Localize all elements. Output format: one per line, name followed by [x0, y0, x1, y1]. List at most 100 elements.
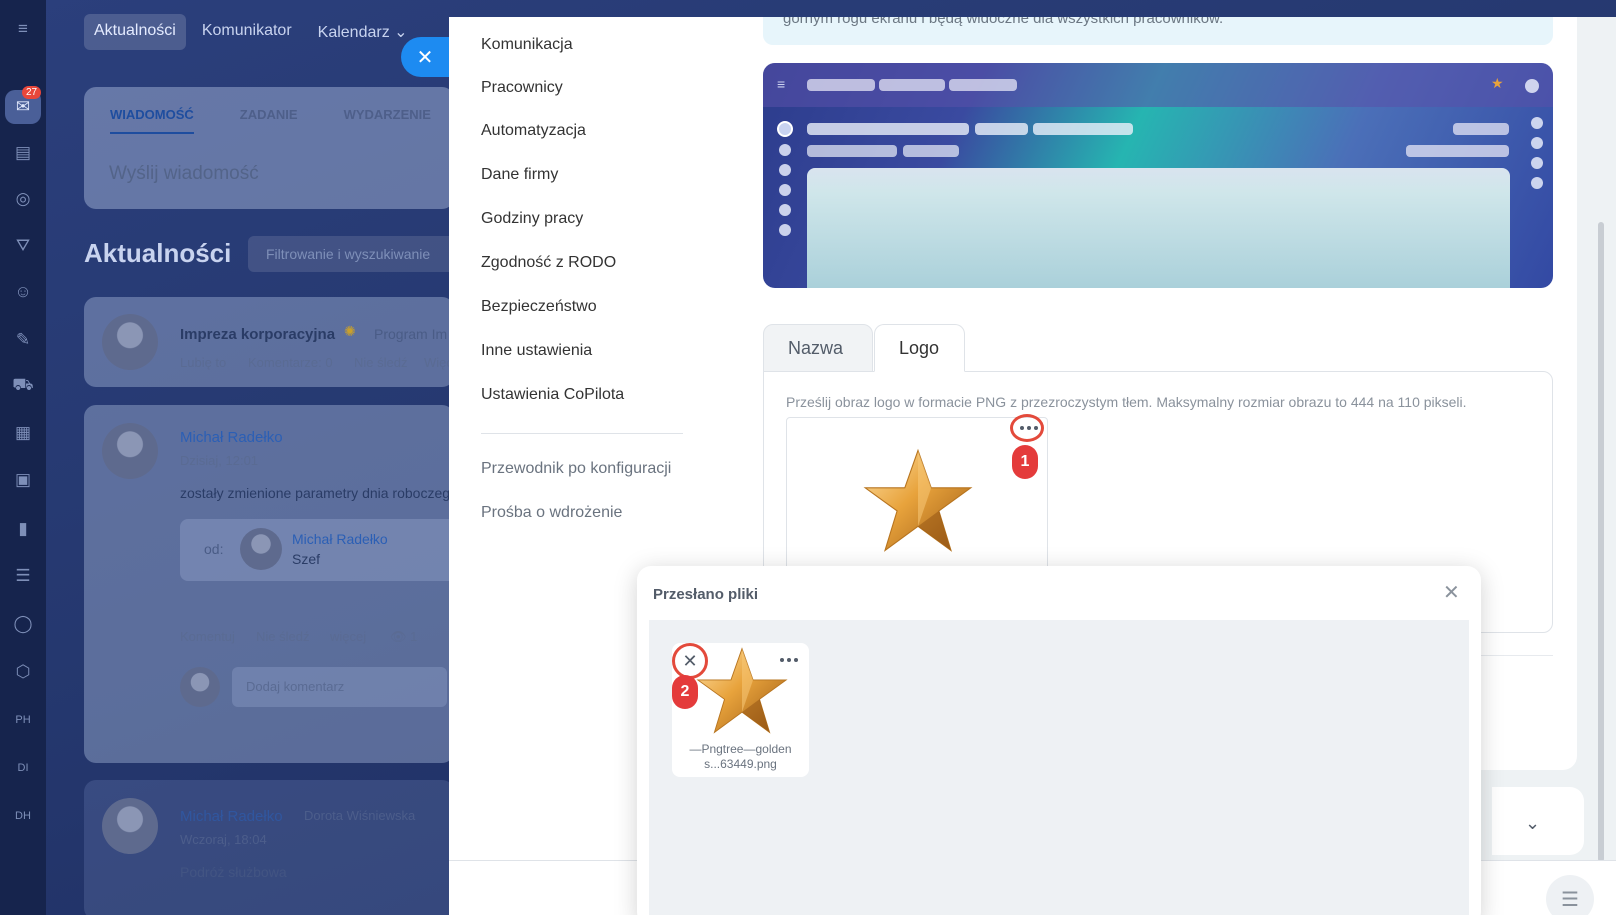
from-name[interactable]: Michał Radełko	[292, 531, 388, 547]
star-logo-icon	[863, 448, 973, 552]
menu-item-pracownicy[interactable]: Pracownicy	[481, 79, 563, 97]
preview-dot	[779, 204, 791, 216]
file-name: —Pngtree—golden s...63449.png	[672, 742, 809, 772]
post-title-suffix: Program Im	[374, 326, 448, 342]
nav-messenger[interactable]: Komunikator	[192, 14, 302, 50]
compose-tab-task[interactable]: ZADANIE	[240, 107, 298, 134]
menu-item-bezpieczenstwo[interactable]: Bezpieczeństwo	[481, 298, 597, 316]
like-link[interactable]: Lubię to	[180, 355, 226, 370]
box-icon[interactable]: ⬡	[11, 660, 35, 684]
circle-icon[interactable]: ◯	[11, 612, 35, 636]
file-card[interactable]: ✕ 2 —Pngtree—golden s...63449.png	[672, 643, 809, 777]
compose-input[interactable]: Wyślij wiadomość	[109, 163, 259, 185]
feed-filter-input[interactable]: Filtrowanie i wyszukiwanie	[248, 236, 468, 272]
post-time: Wczoraj, 18:04	[180, 832, 267, 847]
compose-tab-event[interactable]: WYDARZENIE	[344, 107, 431, 134]
compose-box: WIADOMOŚĆ ZADANIE WYDARZENIE Wyślij wiad…	[84, 87, 454, 209]
avatar[interactable]	[102, 423, 158, 479]
cart-icon[interactable]: ⛟	[11, 374, 35, 398]
more-link[interactable]: więcej	[330, 629, 366, 644]
post-time: Dzisiaj, 12:01	[180, 453, 259, 468]
more-dots-icon	[774, 649, 804, 671]
scrollbar[interactable]	[1598, 222, 1604, 862]
menu-item-godziny-pracy[interactable]: Godziny pracy	[481, 210, 583, 228]
preview-dot	[1531, 177, 1543, 189]
rail-dh[interactable]: DH	[11, 804, 35, 828]
doc-icon[interactable]: ☰	[11, 564, 35, 588]
calendar-icon[interactable]: ▣	[11, 468, 35, 492]
nav-news[interactable]: Aktualności	[84, 14, 186, 50]
file-more-button[interactable]	[774, 649, 804, 671]
preview-dot	[779, 144, 791, 156]
preview-dot	[1531, 137, 1543, 149]
funnel-icon[interactable]: ⛛	[11, 234, 35, 258]
chevron-down-icon[interactable]: ⌄	[1525, 813, 1540, 834]
comment-input[interactable]: Dodaj komentarz	[232, 667, 447, 707]
preview-bar	[975, 123, 1028, 135]
preview-bar	[807, 145, 897, 157]
news-icon[interactable]: ▤	[11, 141, 35, 165]
preview-bar	[1406, 145, 1509, 157]
list-menu-icon[interactable]: ☰	[1546, 875, 1594, 915]
nav-calendar[interactable]: Kalendarz ⌄	[308, 14, 418, 50]
notification-badge: 27	[22, 86, 42, 99]
menu-item-komunikacja[interactable]: Komunikacja	[481, 36, 573, 54]
post-recipient[interactable]: Dorota Wiśniewska	[304, 808, 415, 823]
uploaded-files-popup: Przesłano pliki ✕ ✕ 2 —Pngtree—golden s.…	[637, 566, 1481, 915]
comments-count[interactable]: Komentarze: 0	[248, 355, 333, 370]
tab-name[interactable]: Nazwa	[763, 324, 873, 372]
file-name-line2: s...63449.png	[704, 757, 777, 771]
post-text: zostały zmienione parametry dnia robocze…	[180, 485, 458, 501]
menu-item-rodo[interactable]: Zgodność z RODO	[481, 254, 616, 272]
info-strip: górnym rogu ekranu i będą widoczne dla w…	[763, 17, 1553, 45]
highlight-ring-1	[1010, 414, 1044, 442]
tab-logo[interactable]: Logo	[874, 324, 965, 372]
menu-item-config-guide[interactable]: Przewodnik po konfiguracji	[481, 460, 671, 478]
compose-tab-message[interactable]: WIADOMOŚĆ	[110, 107, 194, 134]
unfollow-link[interactable]: Nie śledź	[256, 629, 309, 644]
left-rail: ≡ ✉ 27 ▤ ◎ ⛛ ☺ ✎ ⛟ ▦ ▣ ▮ ☰ ◯ ⬡ PH DI DH	[0, 0, 46, 915]
target-icon[interactable]: ◎	[11, 187, 35, 211]
chart-icon[interactable]: ▮	[11, 517, 35, 541]
preview-bar	[1033, 123, 1133, 135]
post-author[interactable]: Michał Radełko	[180, 808, 283, 825]
rail-ph[interactable]: PH	[11, 708, 35, 732]
preview-bar	[949, 79, 1017, 91]
close-icon: ✕	[416, 46, 434, 69]
avatar	[180, 667, 220, 707]
menu-item-automatyzacja[interactable]: Automatyzacja	[481, 122, 586, 140]
shop-icon[interactable]: ▦	[11, 421, 35, 445]
unfollow-link[interactable]: Nie śledź	[354, 355, 407, 370]
pen-icon[interactable]: ✎	[11, 328, 35, 352]
menu-icon[interactable]: ≡	[11, 17, 35, 41]
avatar[interactable]	[240, 528, 282, 570]
popup-close-icon[interactable]: ✕	[1443, 580, 1460, 605]
preview-dot	[779, 224, 791, 236]
rail-di[interactable]: DI	[11, 756, 35, 780]
avatar[interactable]	[102, 314, 158, 370]
preview-card	[807, 168, 1510, 288]
menu-item-implementation-request[interactable]: Prośba o wdrożenie	[481, 504, 622, 522]
step-marker-1: 1	[1012, 445, 1038, 479]
highlight-ring-2	[672, 643, 708, 679]
menu-item-dane-firmy[interactable]: Dane firmy	[481, 166, 558, 184]
robot-icon[interactable]: ☺	[11, 280, 35, 304]
preview-bar	[879, 79, 945, 91]
preview-avatar	[1525, 79, 1539, 93]
menu-item-inne-ustawienia[interactable]: Inne ustawienia	[481, 342, 592, 360]
file-name-line1: —Pngtree—golden	[689, 742, 792, 756]
logo-thumbnail[interactable]	[786, 417, 1048, 577]
logo-hint: Prześlij obraz logo w formacie PNG z prz…	[786, 394, 1467, 410]
close-slider-button[interactable]: ✕	[401, 37, 449, 77]
avatar[interactable]	[102, 798, 158, 854]
comment-link[interactable]: Komentuj	[180, 629, 235, 644]
menu-item-copilot[interactable]: Ustawienia CoPilota	[481, 386, 624, 404]
step-marker-2: 2	[672, 675, 698, 709]
portal-preview: ≡ ★	[763, 63, 1553, 288]
post-author[interactable]: Michał Radełko	[180, 429, 283, 446]
preview-dot	[779, 184, 791, 196]
sun-icon: ✺	[344, 323, 356, 339]
preview-menu-icon: ≡	[777, 76, 786, 92]
post-title[interactable]: Impreza korporacyjna	[180, 326, 335, 343]
preview-dot	[777, 121, 793, 137]
